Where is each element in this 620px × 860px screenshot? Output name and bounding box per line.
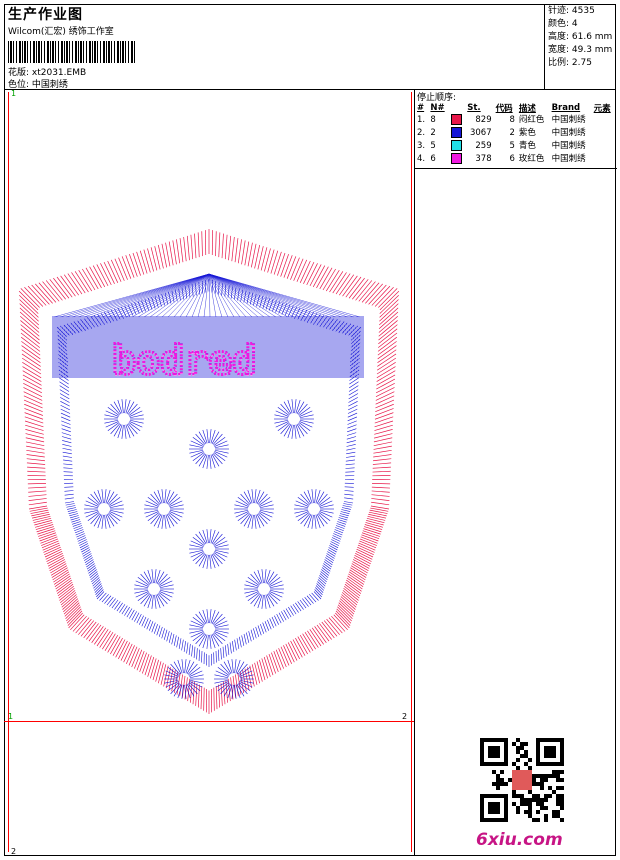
row-stitches: 259 xyxy=(475,141,492,151)
col-element: 元素 xyxy=(593,104,611,114)
col-brand: Brand xyxy=(551,103,581,113)
header-info: 生产作业图 Wilcom(汇宏) 绣饰工作室 花版: xt2031.EMB 色位… xyxy=(6,4,546,90)
stop-sequence-title: 停止顺序: xyxy=(417,93,457,103)
hoop-guide-right xyxy=(411,92,412,852)
col-code: 代码 xyxy=(495,104,513,114)
row-element xyxy=(592,153,615,166)
row-code: 2 xyxy=(509,128,515,138)
row-index: 4. xyxy=(417,154,426,164)
hoop-guide-horizontal xyxy=(4,721,414,722)
table-header: # N# St. 代码 描述 Brand 元素 xyxy=(415,102,615,114)
row-description: 紫色 xyxy=(518,128,536,138)
col-index: # xyxy=(417,103,425,113)
row-code: 8 xyxy=(509,115,515,125)
hoop-guide-left xyxy=(8,92,9,852)
row-brand: 中国刺绣 xyxy=(551,154,586,164)
row-element xyxy=(592,114,615,127)
row-description: 玫红色 xyxy=(518,154,545,164)
header: 生产作业图 Wilcom(汇宏) 绣饰工作室 花版: xt2031.EMB 色位… xyxy=(4,4,616,90)
row-stitches: 3067 xyxy=(469,128,492,138)
sheet-title: 生产作业图 xyxy=(8,7,83,23)
col-stitches: St. xyxy=(467,103,481,113)
design-scale: 比例: 2.75 xyxy=(548,58,592,68)
row-stitches: 378 xyxy=(475,154,492,164)
stats-panel: 针迹: 4535 颜色: 4 高度: 61.6 mm 宽度: 49.3 mm 比… xyxy=(544,4,616,89)
row-swatch xyxy=(449,153,466,166)
qr-code xyxy=(480,738,564,822)
site-logo: 6xiu.com xyxy=(476,830,563,850)
row-index: 2. xyxy=(417,128,426,138)
outer-border-stitches xyxy=(18,229,400,714)
color-swatch xyxy=(450,153,462,164)
stitch-count: 针迹: 4535 xyxy=(548,6,595,16)
row-number: 8 xyxy=(430,115,436,125)
row-code: 5 xyxy=(509,141,515,151)
row-stitches: 829 xyxy=(475,115,492,125)
marker-mid-right: 2 xyxy=(402,712,408,721)
table-row: 3. 5 259 5 青色 中国刺绣 xyxy=(415,140,615,153)
col-swatch xyxy=(449,102,466,114)
design-height: 高度: 61.6 mm xyxy=(548,32,613,42)
panel-divider xyxy=(415,168,617,169)
row-description: 青色 xyxy=(518,141,536,151)
col-number: N# xyxy=(430,103,445,113)
row-index: 1. xyxy=(417,115,426,125)
row-brand: 中国刺绣 xyxy=(551,141,586,151)
design-area: bodred xyxy=(4,89,414,856)
row-index: 3. xyxy=(417,141,426,151)
row-number: 2 xyxy=(430,128,436,138)
color-swatch xyxy=(450,114,462,125)
row-number: 5 xyxy=(430,141,436,151)
design-width: 宽度: 49.3 mm xyxy=(548,45,613,55)
row-swatch xyxy=(449,114,466,127)
embroidery-shield: bodred xyxy=(18,229,400,714)
row-brand: 中国刺绣 xyxy=(551,128,586,138)
row-number: 6 xyxy=(430,154,436,164)
table-row: 2. 2 3067 2 紫色 中国刺绣 xyxy=(415,127,615,140)
row-element xyxy=(592,140,615,153)
row-code: 6 xyxy=(509,154,515,164)
color-count: 颜色: 4 xyxy=(548,19,578,29)
row-description: 闷红色 xyxy=(518,115,545,125)
marker-mid-left: 1 xyxy=(8,712,14,721)
row-brand: 中国刺绣 xyxy=(551,115,586,125)
table-row: 4. 6 378 6 玫红色 中国刺绣 xyxy=(415,153,615,166)
row-element xyxy=(592,127,615,140)
color-swatch xyxy=(450,140,462,151)
color-swatch xyxy=(450,127,462,138)
marker-bottom-left: 2 xyxy=(11,847,17,856)
barcode xyxy=(8,41,136,63)
stop-sequence-table: # N# St. 代码 描述 Brand 元素 1. 8 829 8 闷红色 中国刺绣 2.… xyxy=(415,102,615,166)
row-swatch xyxy=(449,140,466,153)
banner-word: bodred xyxy=(112,338,257,384)
sheet-subtitle: Wilcom(汇宏) 绣饰工作室 xyxy=(8,27,114,37)
banner-text: bodred xyxy=(111,337,259,386)
marker-top-left: 1 xyxy=(11,89,17,98)
col-description: 描述 xyxy=(518,104,536,114)
table-row: 1. 8 829 8 闷红色 中国刺绣 xyxy=(415,114,615,127)
row-swatch xyxy=(449,127,466,140)
